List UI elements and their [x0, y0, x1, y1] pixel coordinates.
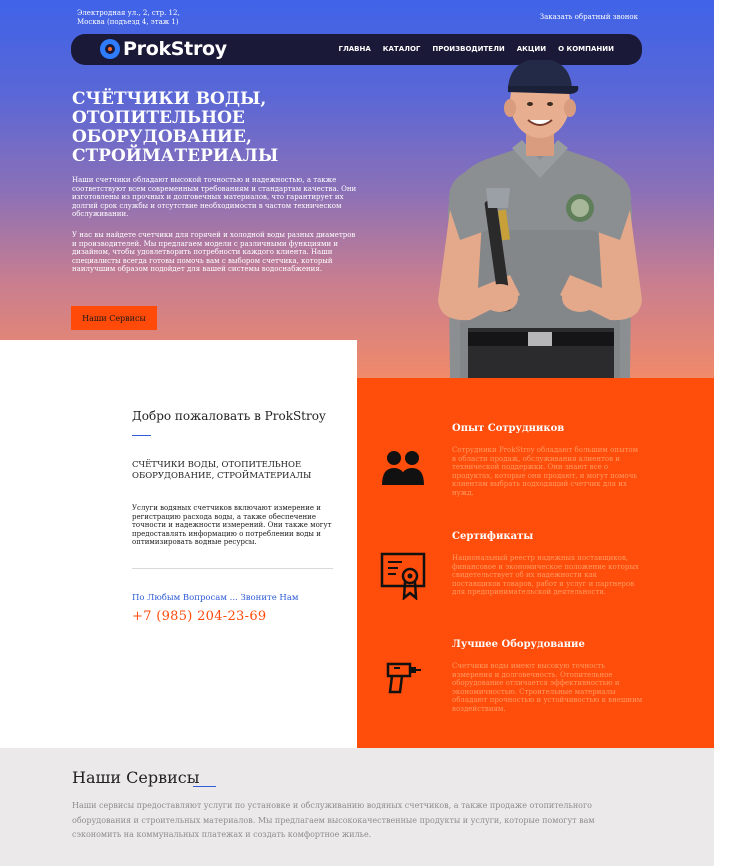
- services-text: Наши сервисы предоставляют услуги по уст…: [72, 801, 595, 839]
- address-line-1: Электродная ул., 2, стр. 12,: [77, 9, 180, 17]
- welcome-title: Добро пожаловать в ProkStroy: [132, 409, 326, 423]
- logo[interactable]: ProkStroy: [100, 38, 227, 60]
- address: Электродная ул., 2, стр. 12, Москва (под…: [77, 9, 180, 27]
- certificate-icon: [380, 552, 426, 600]
- feature-title-equipment: Лучшее Оборудование: [452, 639, 585, 650]
- logo-text: ProkStroy: [123, 38, 227, 60]
- services-title: Наши Сервисы: [72, 768, 200, 787]
- callback-link[interactable]: Заказать обратный звонок: [540, 13, 638, 21]
- feature-title-experience: Опыт Сотрудников: [452, 423, 565, 434]
- welcome-text: Услуги водяных счетчиков включают измере…: [132, 504, 332, 546]
- logo-mark-icon: [100, 39, 120, 59]
- welcome-subtitle: СЧЁТЧИКИ ВОДЫ, ОТОПИТЕЛЬНОЕ ОБОРУДОВАНИЕ…: [132, 460, 312, 481]
- title-underline: [132, 435, 151, 436]
- nav-item-manufacturers[interactable]: ПРОИЗВОДИТЕЛИ: [432, 45, 504, 53]
- nav-item-promotions[interactable]: АКЦИИ: [517, 45, 546, 53]
- contact-question: По Любым Вопросам ... Звоните Нам: [132, 593, 299, 603]
- main-nav: ГЛАВНА КАТАЛОГ ПРОИЗВОДИТЕЛИ АКЦИИ О КОМ…: [338, 45, 614, 53]
- nav-item-about[interactable]: О КОМПАНИИ: [558, 45, 614, 53]
- team-icon: [382, 451, 424, 485]
- feature-text-equipment: Счетчики воды имеют высокую точность изм…: [452, 662, 643, 713]
- feature-text-experience: Сотрудники ProkStroy обладают большим оп…: [452, 446, 639, 497]
- hero-paragraph-2: У нас вы найдете счетчики для горячей и …: [72, 231, 356, 274]
- plumber-image: [438, 60, 642, 378]
- phone-number[interactable]: +7 (985) 204-23-69: [132, 609, 266, 624]
- feature-text-certificates: Национальный реестр надежных поставщиков…: [452, 554, 639, 597]
- right-margin: [714, 0, 755, 866]
- divider: [132, 568, 333, 569]
- feature-title-certificates: Сертификаты: [452, 531, 534, 542]
- nav-item-home[interactable]: ГЛАВНА: [338, 45, 370, 53]
- page: Электродная ул., 2, стр. 12, Москва (под…: [0, 0, 714, 866]
- hero-paragraph-1: Наши счетчики обладают высокой точностью…: [72, 176, 357, 219]
- services-title-underline: [193, 786, 216, 787]
- address-line-2: Москва (подъезд 4, этаж 1): [77, 18, 179, 26]
- nav-item-catalog[interactable]: КАТАЛОГ: [383, 45, 421, 53]
- hero-title: СЧЁТЧИКИ ВОДЫ, ОТОПИТЕЛЬНОЕ ОБОРУДОВАНИЕ…: [72, 89, 279, 166]
- our-services-button[interactable]: Наши Сервисы: [71, 306, 157, 330]
- drill-icon: [386, 662, 421, 694]
